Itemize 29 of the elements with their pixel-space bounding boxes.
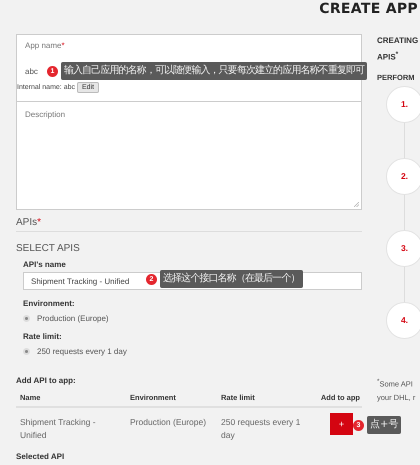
field-value: abc: [25, 66, 38, 76]
step-circle: 4.: [386, 302, 420, 339]
radio-label: Production (Europe): [37, 314, 109, 323]
annotation-tooltip: 输入自己应用的名称，可以随便输入，只要每次建立的应用名称不重复即可: [60, 62, 368, 80]
field-label: App name*: [24, 41, 66, 50]
field-label: API's name: [22, 260, 67, 269]
field-label: Environment:: [22, 299, 76, 308]
step-circle: 2.: [386, 158, 420, 195]
step-circle: 3.: [386, 230, 420, 267]
step-circle: 1.: [386, 86, 420, 123]
table-cell: Shipment Tracking - Unified: [16, 407, 126, 442]
section-heading: SELECT APIS: [16, 243, 81, 254]
section-heading: APIs*: [16, 217, 362, 232]
add-button[interactable]: +: [330, 413, 353, 435]
section-heading: Selected API: [16, 452, 66, 461]
radio-button[interactable]: [23, 315, 30, 322]
page-title: CREATE APP: [319, 1, 418, 17]
resize-grip-icon[interactable]: [354, 202, 359, 207]
section-heading: Add API to app:: [16, 376, 77, 385]
field-label: Description: [24, 110, 66, 119]
sidebar-heading: CREATING APIS$^{*}$: [377, 35, 420, 64]
radio-label: 250 requests every 1 day: [37, 347, 127, 356]
radio-button[interactable]: [23, 348, 30, 355]
annotation-tooltip: 点+号: [367, 416, 402, 434]
annotation-tooltip: 选择这个接口名称（在最后一个）: [160, 270, 303, 288]
table-cell: 250 requests every 1 day: [217, 407, 316, 442]
description-field[interactable]: Description: [16, 102, 362, 210]
field-label: Rate limit:: [22, 332, 63, 341]
table-cell: Production (Europe): [126, 407, 217, 442]
